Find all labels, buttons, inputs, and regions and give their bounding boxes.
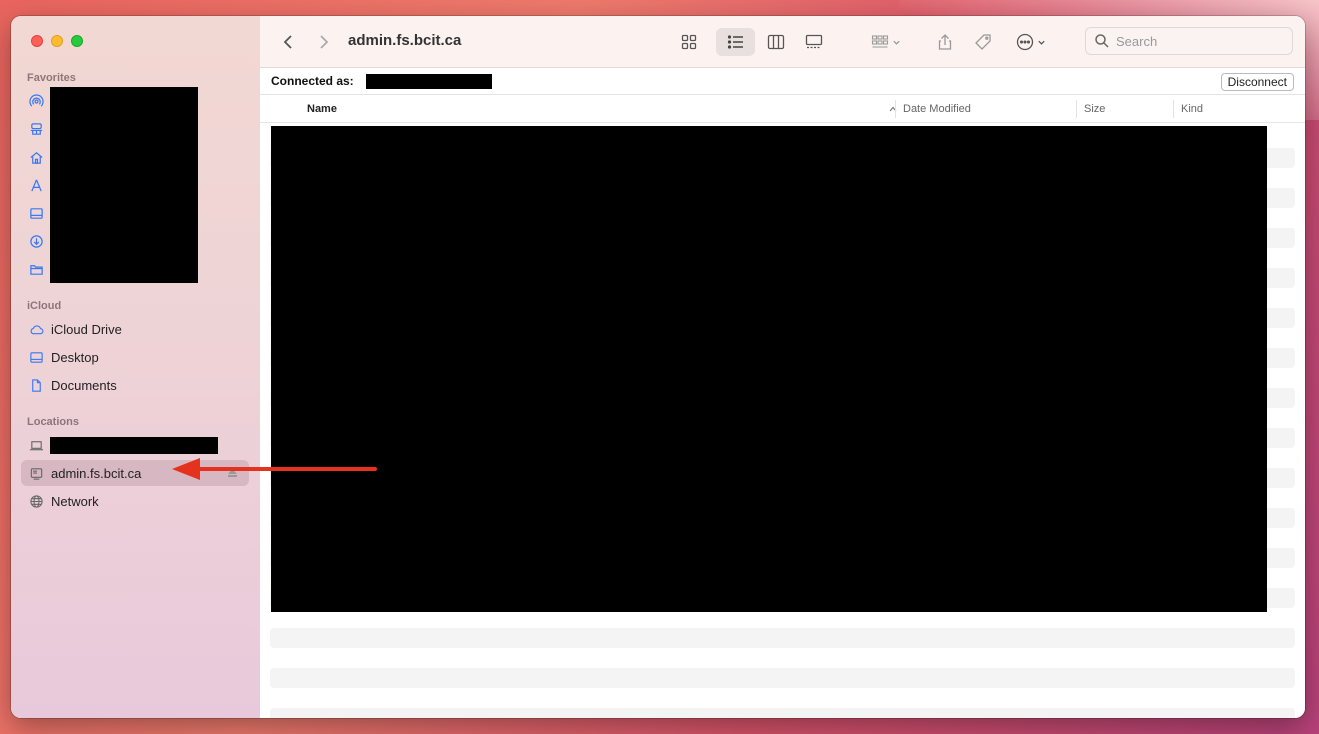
connection-bar: Connected as: Disconnect [260, 68, 1305, 95]
search-icon [1095, 34, 1109, 48]
sidebar-item-icloud-drive[interactable]: iCloud Drive [21, 316, 249, 342]
share-icon [938, 34, 952, 50]
sidebar-item-server[interactable]: admin.fs.bcit.ca [21, 460, 249, 486]
share-button[interactable] [934, 28, 956, 56]
group-icon [871, 35, 889, 48]
column-header-size[interactable]: Size [1084, 103, 1105, 115]
recents-icon[interactable] [29, 122, 45, 138]
locations-heading: Locations [27, 416, 79, 428]
column-header-name[interactable]: Name [307, 103, 337, 115]
column-headers: Name Date Modified Size Kind [260, 95, 1305, 123]
sidebar-item-label: Network [51, 493, 99, 509]
column-divider[interactable] [895, 100, 896, 118]
tag-button[interactable] [971, 28, 995, 56]
more-actions-button[interactable] [1012, 28, 1050, 56]
home-icon[interactable] [29, 150, 45, 166]
eject-icon[interactable] [228, 469, 237, 477]
redacted-username [366, 74, 492, 89]
icon-view-button[interactable] [678, 28, 700, 56]
sidebar-item-network[interactable]: Network [21, 488, 249, 514]
grid-icon [681, 34, 697, 50]
redacted-file-list [271, 126, 1267, 612]
sidebar-item-label: admin.fs.bcit.ca [51, 465, 142, 481]
server-icon [21, 466, 51, 481]
column-view-button[interactable] [764, 28, 788, 56]
chevron-down-icon [893, 40, 900, 45]
search-field[interactable]: Search [1085, 27, 1293, 55]
column-divider[interactable] [1076, 100, 1077, 118]
redacted-favorites [50, 87, 198, 283]
window-controls [31, 35, 83, 47]
sidebar-item-label: iCloud Drive [51, 321, 122, 337]
airdrop-icon[interactable] [29, 94, 45, 110]
gallery-icon [805, 34, 823, 49]
desktop-icon[interactable] [29, 206, 45, 222]
minimize-button[interactable] [51, 35, 63, 47]
list-row-stripe [270, 628, 1295, 648]
folder-icon[interactable] [29, 262, 45, 278]
window-title: admin.fs.bcit.ca [348, 32, 462, 49]
chevron-down-icon [1038, 40, 1045, 45]
zoom-button[interactable] [71, 35, 83, 47]
list-icon [727, 35, 743, 49]
ellipsis-circle-icon [1016, 33, 1034, 51]
tag-icon [975, 34, 991, 50]
group-button[interactable] [866, 28, 906, 56]
toolbar: admin.fs.bcit.ca Search [260, 16, 1305, 68]
sidebar: Favorites iCloud iCloud Drive Desktop Do… [11, 16, 260, 718]
cloud-icon [21, 322, 51, 337]
redacted-mac-name [50, 437, 218, 454]
sidebar-item-documents[interactable]: Documents [21, 372, 249, 398]
list-view-button[interactable] [716, 28, 755, 56]
list-row-stripe [270, 708, 1295, 718]
chevron-right-icon [320, 35, 329, 49]
globe-icon [21, 494, 51, 509]
sidebar-item-desktop[interactable]: Desktop [21, 344, 249, 370]
list-row-stripe [270, 668, 1295, 688]
search-placeholder: Search [1116, 33, 1158, 49]
gallery-view-button[interactable] [802, 28, 826, 56]
connected-as-label: Connected as: [271, 74, 354, 88]
document-icon [21, 378, 51, 393]
forward-button[interactable] [312, 28, 334, 56]
favorites-heading: Favorites [27, 72, 76, 84]
finder-window: Favorites iCloud iCloud Drive Desktop Do… [11, 16, 1305, 718]
sidebar-item-label: Documents [51, 377, 117, 393]
column-header-kind[interactable]: Kind [1181, 103, 1203, 115]
back-button[interactable] [278, 28, 300, 56]
downloads-icon[interactable] [29, 234, 45, 250]
column-header-date-modified[interactable]: Date Modified [903, 103, 971, 115]
applications-icon[interactable] [29, 178, 45, 194]
sidebar-item-label: Desktop [51, 349, 99, 365]
icloud-heading: iCloud [27, 300, 62, 312]
disconnect-button[interactable]: Disconnect [1220, 73, 1294, 91]
main-content: admin.fs.bcit.ca Search Connected as: Di… [260, 16, 1305, 718]
chevron-left-icon [283, 35, 292, 49]
column-divider[interactable] [1173, 100, 1174, 118]
laptop-icon [21, 438, 51, 453]
desktop-icon [21, 350, 51, 365]
close-button[interactable] [31, 35, 43, 47]
columns-icon [767, 34, 785, 50]
